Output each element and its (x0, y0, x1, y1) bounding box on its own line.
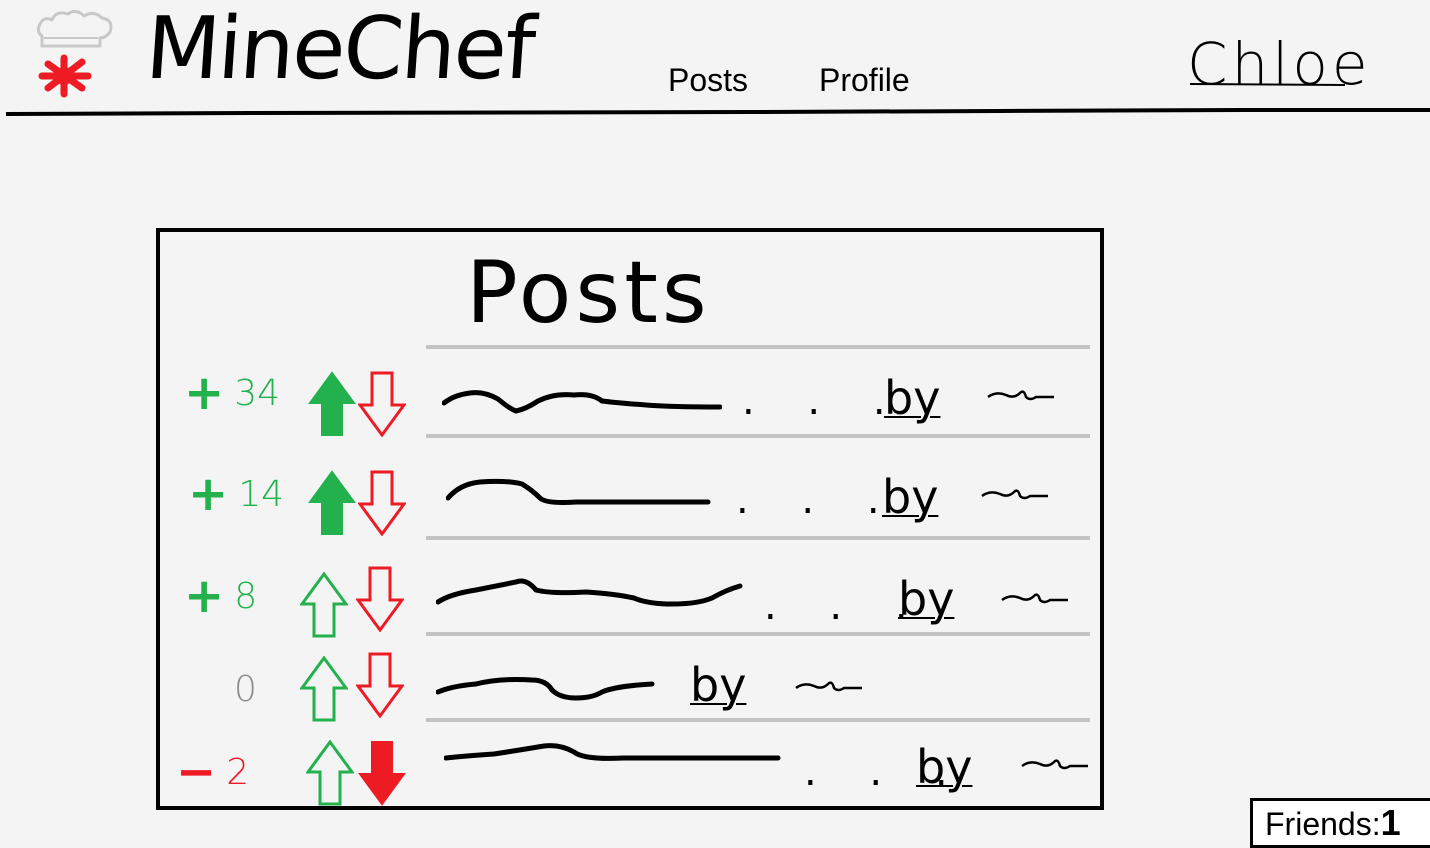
friends-badge[interactable]: Friends:1 (1250, 798, 1430, 848)
by-label: by (884, 371, 941, 425)
post-author-scribble[interactable] (986, 385, 1056, 409)
by-label: by (882, 470, 939, 524)
upvote-filled-icon[interactable] (308, 371, 356, 437)
score-sign: + (184, 568, 225, 624)
post-score: +34 (184, 369, 280, 417)
post-ellipsis: . . . (742, 378, 906, 424)
row-divider (426, 536, 1090, 540)
downvote-icon[interactable] (356, 652, 404, 718)
score-value: 0 (234, 669, 257, 710)
score-value: 14 (238, 474, 285, 515)
posts-panel: Posts +34 . . . by +14 . . . by + 8 . . … (156, 228, 1104, 810)
post-title-scribble[interactable] (442, 379, 722, 419)
post-row: +8 . . . by (160, 566, 1100, 662)
post-title-scribble[interactable] (436, 668, 656, 708)
post-title-scribble[interactable] (444, 740, 784, 770)
post-row: 0 by (160, 652, 1100, 752)
friends-count: 1 (1380, 802, 1401, 843)
downvote-icon[interactable] (358, 371, 406, 437)
post-row: +14 . . . by (160, 470, 1100, 560)
post-score: −2 (176, 748, 249, 796)
downvote-filled-icon[interactable] (358, 740, 406, 806)
score-sign: + (188, 466, 229, 522)
score-value: 34 (234, 373, 281, 414)
row-divider (426, 434, 1090, 438)
post-author-scribble[interactable] (794, 676, 864, 700)
post-score: 0 (234, 672, 257, 708)
friends-label: Friends: (1265, 806, 1381, 842)
post-row: −2 . . . by (160, 740, 1100, 830)
post-title-scribble[interactable] (446, 472, 716, 512)
by-label: by (898, 572, 955, 626)
post-score: +14 (188, 470, 284, 518)
score-value: 2 (226, 752, 250, 793)
post-ellipsis: . . . (736, 477, 900, 523)
post-title-scribble[interactable] (436, 572, 746, 612)
row-divider (426, 632, 1090, 636)
row-divider (426, 718, 1090, 722)
upvote-icon[interactable] (306, 740, 354, 806)
downvote-icon[interactable] (356, 566, 404, 632)
upvote-icon[interactable] (300, 656, 348, 722)
row-divider (426, 345, 1090, 349)
post-author-scribble[interactable] (1020, 754, 1090, 778)
post-author-scribble[interactable] (1000, 588, 1070, 612)
post-author-scribble[interactable] (980, 484, 1050, 508)
score-sign: + (184, 365, 225, 421)
panel-title: Posts (466, 243, 711, 343)
upvote-filled-icon[interactable] (308, 470, 356, 536)
score-sign: − (176, 744, 217, 800)
header-divider (5, 83, 1430, 116)
by-label: by (690, 658, 747, 712)
score-value: 8 (234, 576, 258, 617)
by-label: by (916, 740, 973, 794)
upvote-icon[interactable] (300, 572, 348, 638)
post-row: +34 . . . by (160, 369, 1100, 459)
downvote-icon[interactable] (358, 470, 406, 536)
post-score: +8 (184, 572, 257, 620)
